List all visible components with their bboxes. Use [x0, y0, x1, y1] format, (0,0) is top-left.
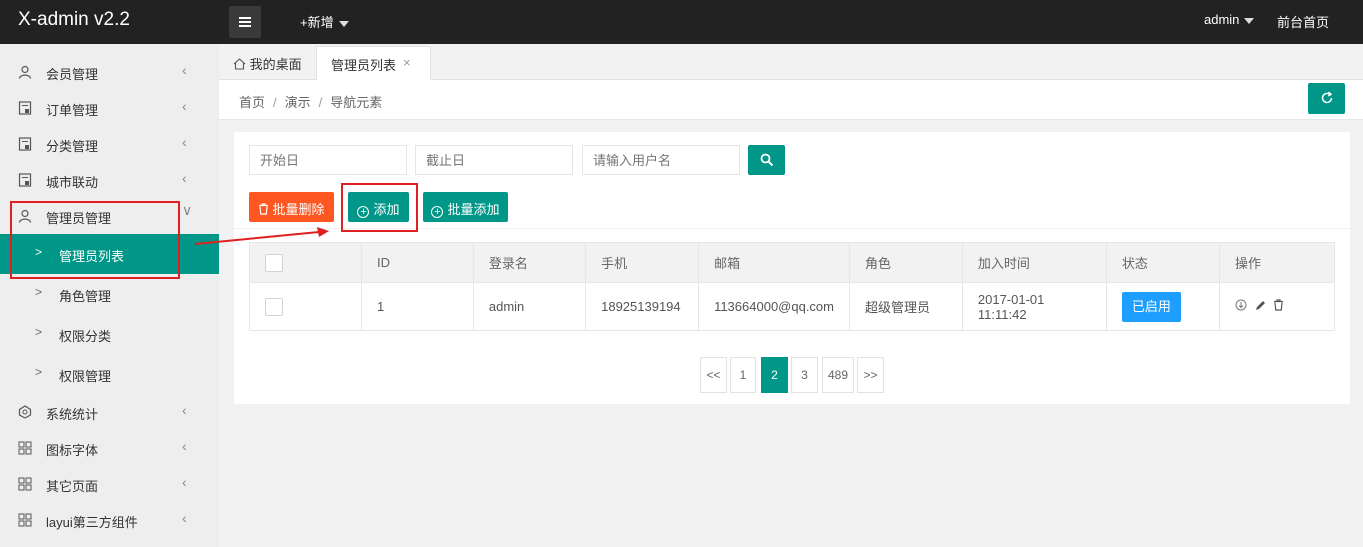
- page-button-current[interactable]: 2: [761, 357, 788, 393]
- sidebar-item-orders[interactable]: 订单管理 ‹: [0, 90, 219, 126]
- page-button[interactable]: 489: [822, 357, 854, 393]
- user-icon: [18, 65, 32, 79]
- refresh-icon: [1321, 91, 1332, 104]
- stats-icon: [18, 405, 32, 419]
- cell-role: 超级管理员: [849, 282, 963, 331]
- search-button[interactable]: [748, 145, 785, 175]
- sidebar-item-stats[interactable]: 系统统计 ‹: [0, 394, 219, 430]
- sidebar-subitem-roles[interactable]: > 角色管理: [0, 274, 219, 314]
- sidebar-item-layui-components[interactable]: layui第三方组件 ‹: [0, 502, 219, 538]
- sidebar-item-categories[interactable]: 分类管理 ‹: [0, 126, 219, 162]
- content-card: 批量删除 +添加 +批量添加 ID 登录名 手机 邮箱 角色 加入时间 状态 操…: [234, 132, 1350, 404]
- cell-email: 113664000@qq.com: [698, 282, 850, 331]
- tab-bar: 我的桌面 管理员列表 ×: [219, 44, 1363, 80]
- row-checkbox[interactable]: [265, 297, 283, 316]
- sidebar-subitem-permissions[interactable]: > 权限管理: [0, 354, 219, 394]
- close-icon[interactable]: ×: [403, 55, 411, 70]
- row-actions: [1219, 282, 1335, 331]
- tab-home[interactable]: 我的桌面: [233, 46, 302, 80]
- chevron-right-icon: >: [35, 325, 43, 339]
- chevron-left-icon: ‹: [182, 438, 187, 454]
- sidebar: 会员管理 ‹ 订单管理 ‹ 分类管理 ‹ 城市联动 ‹ 管理员管理 ∨ > 管理…: [0, 44, 219, 547]
- user-menu[interactable]: admin: [1204, 12, 1255, 27]
- breadcrumb-item[interactable]: 首页: [239, 95, 265, 110]
- trash-icon: [259, 203, 269, 215]
- chevron-left-icon: ‹: [182, 98, 187, 114]
- caret-down-icon: [338, 20, 349, 27]
- grid-icon: [18, 513, 32, 527]
- download-icon[interactable]: [1235, 299, 1247, 314]
- cell-login: admin: [472, 282, 587, 331]
- delete-icon[interactable]: [1273, 299, 1284, 314]
- page-prev-button[interactable]: <<: [700, 357, 727, 393]
- sidebar-item-city[interactable]: 城市联动 ‹: [0, 162, 219, 198]
- city-icon: [18, 173, 32, 187]
- chevron-down-icon: ∨: [182, 202, 193, 218]
- breadcrumb: 首页 / 演示 / 导航元素: [239, 95, 383, 110]
- page-button[interactable]: 3: [791, 357, 818, 393]
- cell-phone: 18925139194: [585, 282, 700, 331]
- chevron-left-icon: ‹: [182, 402, 187, 418]
- cell-id: 1: [360, 282, 474, 331]
- add-new-menu[interactable]: +新增: [300, 12, 349, 31]
- chevron-left-icon: ‹: [182, 510, 187, 526]
- select-all-checkbox[interactable]: [265, 253, 283, 272]
- grid-icon: [18, 441, 32, 455]
- breadcrumb-bar: 首页 / 演示 / 导航元素: [219, 80, 1363, 120]
- batch-delete-button[interactable]: 批量删除: [249, 192, 334, 222]
- edit-icon[interactable]: [1255, 300, 1266, 314]
- column-header: ID: [360, 242, 474, 283]
- front-page-link[interactable]: 前台首页: [1277, 12, 1329, 31]
- column-header: 角色: [849, 242, 963, 283]
- breadcrumb-item: 导航元素: [330, 95, 383, 110]
- search-icon: [760, 153, 774, 167]
- sidebar-subitem-perm-categories[interactable]: > 权限分类: [0, 314, 219, 354]
- column-header: 手机: [585, 242, 700, 283]
- status-badge[interactable]: 已启用: [1121, 291, 1181, 322]
- table-row: 1 admin 18925139194 113664000@qq.com 超级管…: [249, 282, 1335, 331]
- column-header: 邮箱: [698, 242, 850, 283]
- column-header: 操作: [1219, 242, 1335, 283]
- breadcrumb-item[interactable]: 演示: [285, 95, 311, 110]
- app-logo[interactable]: X-admin v2.2: [18, 9, 130, 31]
- start-date-input[interactable]: [249, 145, 407, 175]
- sidebar-item-other-pages[interactable]: 其它页面 ‹: [0, 466, 219, 502]
- chevron-left-icon: ‹: [182, 134, 187, 150]
- column-header: 加入时间: [961, 242, 1107, 283]
- order-icon: [18, 101, 32, 115]
- column-header: 状态: [1105, 242, 1221, 283]
- end-date-input[interactable]: [415, 145, 573, 175]
- column-header: 登录名: [472, 242, 587, 283]
- tab-admin-list[interactable]: 管理员列表 ×: [316, 46, 431, 80]
- grid-icon: [18, 477, 32, 491]
- admin-table: ID 登录名 手机 邮箱 角色 加入时间 状态 操作 1 admin 18925…: [249, 242, 1335, 331]
- table-header-row: ID 登录名 手机 邮箱 角色 加入时间 状态 操作: [249, 242, 1335, 283]
- menu-toggle-button[interactable]: [229, 6, 261, 38]
- caret-down-icon: [1244, 17, 1255, 24]
- home-icon: [233, 58, 246, 70]
- annotation-box-add: [341, 183, 418, 232]
- page-next-button[interactable]: >>: [857, 357, 884, 393]
- sidebar-item-members[interactable]: 会员管理 ‹: [0, 54, 219, 90]
- annotation-arrow-icon: [194, 227, 329, 245]
- sidebar-item-icon-fonts[interactable]: 图标字体 ‹: [0, 430, 219, 466]
- page-button[interactable]: 1: [730, 357, 756, 393]
- cell-joined: 2017-01-01 11:11:42: [961, 282, 1107, 331]
- top-bar: X-admin v2.2 +新增 admin 前台首页: [0, 0, 1363, 44]
- hamburger-icon: [239, 17, 251, 19]
- chevron-right-icon: >: [35, 365, 43, 379]
- plus-circle-icon: +: [431, 206, 444, 218]
- chevron-right-icon: >: [35, 285, 43, 299]
- category-icon: [18, 137, 32, 151]
- chevron-left-icon: ‹: [182, 62, 187, 78]
- annotation-box-sidebar: [10, 201, 180, 279]
- chevron-left-icon: ‹: [182, 474, 187, 490]
- refresh-button[interactable]: [1308, 83, 1345, 114]
- username-input[interactable]: [582, 145, 740, 175]
- batch-add-button[interactable]: + 批量添加: [423, 192, 508, 222]
- chevron-left-icon: ‹: [182, 170, 187, 186]
